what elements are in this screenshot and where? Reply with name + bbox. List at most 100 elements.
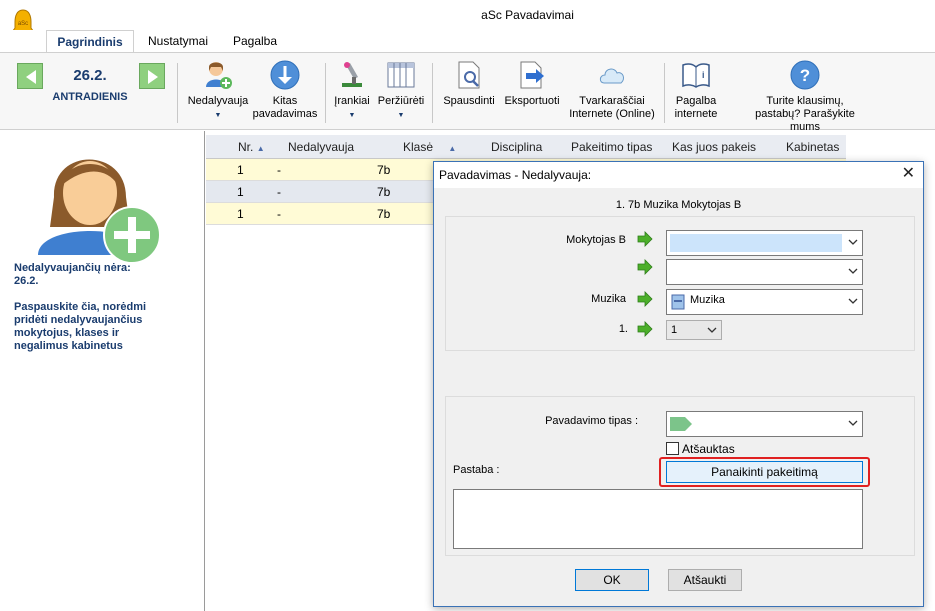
arrow-down-circle-icon <box>270 60 300 90</box>
person-add-icon <box>206 62 232 89</box>
cell-nr: 1 <box>237 163 244 177</box>
prev-day-button[interactable] <box>17 63 43 89</box>
second-select[interactable] <box>666 259 863 285</box>
separator <box>664 63 665 123</box>
title-bar: aSc aSc Pavadavimai <box>0 0 935 38</box>
book-info-icon: i <box>682 63 710 88</box>
green-arrow-icon[interactable] <box>637 259 653 275</box>
dialog-title-bar: Pavadavimas - Nedalyvauja: ✕ <box>434 162 923 188</box>
cancelled-checkbox[interactable] <box>666 442 679 455</box>
subject-book-icon <box>671 294 685 310</box>
export-icon <box>520 61 544 89</box>
note-textarea[interactable] <box>453 489 863 549</box>
col-subject[interactable]: Disciplina <box>491 140 542 154</box>
col-absent[interactable]: Nedalyvauja <box>288 140 354 154</box>
help-label-2: internete <box>674 108 718 120</box>
cell-absent: - <box>277 185 281 199</box>
add-hint-line[interactable]: negalimus kabinetus <box>14 340 123 353</box>
green-arrow-icon[interactable] <box>637 291 653 307</box>
col-class[interactable]: Klasė ▲ <box>403 140 456 154</box>
tab-pagalba[interactable]: Pagalba <box>224 30 286 53</box>
online-timetables-button[interactable]: Tvarkaraščiai Internete (Online) <box>562 59 662 121</box>
ok-button[interactable]: OK <box>575 569 649 591</box>
absent-button[interactable]: Nedalyvauja ▼ <box>182 59 254 122</box>
add-hint-line[interactable]: Paspauskite čia, norėdmi <box>14 301 146 314</box>
subject-label: Muzika <box>591 293 626 305</box>
add-hint-line[interactable]: pridėti nedalyvaujančius <box>14 314 142 327</box>
separator <box>177 63 178 123</box>
cell-class: 7b <box>377 185 391 199</box>
green-arrow-icon[interactable] <box>637 321 653 337</box>
add-hint-line[interactable]: mokytojus, klases ir <box>14 327 119 340</box>
teacher-select[interactable] <box>666 230 863 256</box>
current-weekday: ANTRADIENIS <box>52 91 128 103</box>
close-icon[interactable]: ✕ <box>902 166 915 182</box>
dialog-title: Pavadavimas - Nedalyvauja: <box>439 168 592 182</box>
ribbon-tabs: Pagrindinis Nustatymai Pagalba <box>0 30 935 53</box>
no-absent-text: Nedalyvaujančių nėra: <box>14 262 131 274</box>
period-select[interactable]: 1 <box>666 320 722 340</box>
window-title: aSc Pavadavimai <box>481 8 574 22</box>
ribbon-toolbar: 26.2. ANTRADIENIS Nedalyvauja ▼ Kitas pa… <box>0 52 935 133</box>
print-preview-icon <box>458 61 480 89</box>
dropdown-caret-icon: ▼ <box>214 112 222 119</box>
type-label: Pavadavimo tipas : <box>545 415 638 427</box>
export-label: Eksportuoti <box>504 95 560 107</box>
cancelled-label: Atšauktas <box>682 442 735 456</box>
col-change-type[interactable]: Pakeitimo tipas <box>571 140 652 154</box>
help-label-1: Pagalba <box>675 95 717 107</box>
cancel-button[interactable]: Atšaukti <box>668 569 742 591</box>
current-date: 26.2. <box>73 67 107 84</box>
questions-label-2: pastabų? Parašykite mums <box>755 108 855 133</box>
tools-icon <box>342 62 362 87</box>
substitution-dialog: Pavadavimas - Nedalyvauja: ✕ 1. 7b Muzik… <box>433 161 924 607</box>
green-arrow-icon[interactable] <box>637 231 653 247</box>
export-button[interactable]: Eksportuoti <box>500 59 564 108</box>
svg-text:i: i <box>702 70 705 80</box>
questions-button[interactable]: ? Turite klausimų, pastabų? Parašykite m… <box>742 59 868 134</box>
subject-select[interactable]: Muzika <box>666 289 863 315</box>
svg-text:?: ? <box>800 66 810 85</box>
teacher-label: Mokytojas B <box>566 234 626 246</box>
subject-value: Muzika <box>690 294 725 306</box>
left-panel[interactable]: Nedalyvaujančių nėra: 26.2. Paspauskite … <box>0 131 205 611</box>
cloud-icon <box>599 68 625 84</box>
next-label-1: Kitas <box>272 95 298 107</box>
chevron-down-icon <box>848 420 858 426</box>
next-substitution-button[interactable]: Kitas pavadavimas <box>250 59 320 121</box>
view-label: Peržiūrėti <box>377 95 425 107</box>
selection-highlight <box>670 234 842 252</box>
col-nr[interactable]: Nr. ▲ <box>238 140 265 154</box>
cell-class: 7b <box>377 207 391 221</box>
online-label-1: Tvarkaraščiai <box>579 95 645 107</box>
separator <box>325 63 326 123</box>
type-tag-icon <box>670 417 692 431</box>
chevron-down-icon <box>707 327 717 333</box>
question-icon: ? <box>790 60 820 90</box>
type-select[interactable] <box>666 411 863 437</box>
tab-nustatymai[interactable]: Nustatymai <box>140 30 216 53</box>
col-replacer[interactable]: Kas juos pakeis <box>672 140 756 154</box>
grid-header: Nr. ▲ Nedalyvauja Klasė ▲ Disciplina Pak… <box>206 135 846 159</box>
cell-nr: 1 <box>237 207 244 221</box>
remove-change-button[interactable]: Panaikinti pakeitimą <box>666 461 863 483</box>
dropdown-caret-icon: ▼ <box>348 112 356 119</box>
dialog-lesson-header: 1. 7b Muzika Mokytojas B <box>615 199 742 211</box>
view-button[interactable]: Peržiūrėti ▼ <box>374 59 428 122</box>
period-value: 1 <box>671 324 678 336</box>
period-label: 1. <box>618 323 628 335</box>
tab-pagrindinis[interactable]: Pagrindinis <box>46 30 134 53</box>
tools-button[interactable]: Įrankiai ▼ <box>330 59 374 122</box>
chevron-down-icon <box>848 268 858 274</box>
print-button[interactable]: Spausdinti <box>437 59 501 108</box>
note-label: Pastaba : <box>453 464 500 476</box>
col-rooms[interactable]: Kabinetas <box>786 140 839 154</box>
next-day-button[interactable] <box>139 63 165 89</box>
online-label-2: Internete (Online) <box>569 108 655 120</box>
no-absent-date: 26.2. <box>14 275 39 287</box>
table-view-icon <box>387 62 415 88</box>
cell-absent: - <box>277 207 281 221</box>
help-online-button[interactable]: i Pagalba internete <box>668 59 724 121</box>
add-absent-person-icon[interactable] <box>34 137 164 267</box>
separator <box>432 63 433 123</box>
